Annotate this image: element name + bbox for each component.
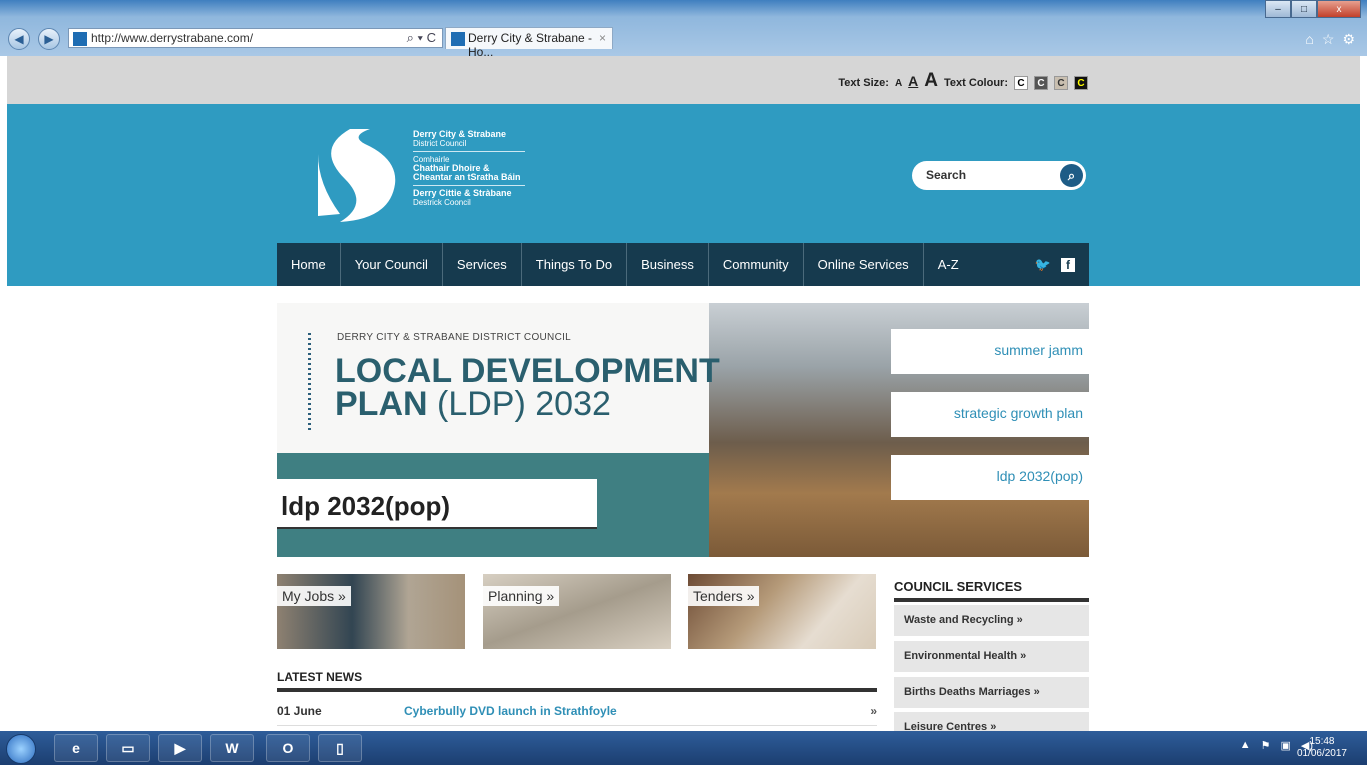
clock-date: 01/06/2017 — [1296, 748, 1347, 759]
tile-label: My Jobs » — [277, 586, 351, 606]
twitter-icon[interactable]: 🐦 — [1035, 257, 1051, 273]
nav-item-a-z[interactable]: A-Z — [924, 243, 973, 286]
council-logo-icon[interactable] — [310, 124, 400, 224]
nav-item-services[interactable]: Services — [443, 243, 522, 286]
hero-dotted-line — [308, 333, 311, 433]
search-placeholder: Search — [926, 168, 967, 182]
start-button[interactable] — [6, 734, 36, 764]
file-explorer-icon[interactable]: ▭ — [106, 734, 150, 762]
accessibility-bar: Text Size: A A A Text Colour: C C C C — [7, 56, 1360, 104]
settings-gear-icon[interactable]: ⚙ — [1342, 31, 1355, 48]
service-waste-recycling[interactable]: Waste and Recycling » — [894, 605, 1089, 636]
main-nav: Home Your Council Services Things To Do … — [277, 243, 1089, 286]
service-births-deaths-marriages[interactable]: Births Deaths Marriages » — [894, 677, 1089, 708]
text-size-large-button[interactable]: A — [924, 70, 938, 92]
minimize-button[interactable]: – — [1265, 0, 1291, 18]
tile-planning[interactable]: Planning » — [483, 574, 671, 649]
news-headline-link[interactable]: Cyberbully DVD launch in Strathfoyle — [404, 704, 617, 718]
flag-icon[interactable]: ⚑ — [1261, 739, 1271, 752]
text-colour-label: Text Colour: — [944, 77, 1008, 89]
tray-expand-icon[interactable]: ▲ — [1240, 739, 1251, 752]
tile-label: Tenders » — [688, 586, 760, 606]
brand-line-english: Derry City & Strabane — [413, 129, 507, 139]
facebook-icon[interactable]: f — [1061, 257, 1075, 272]
forward-button[interactable]: ▶ — [38, 28, 60, 50]
address-controls[interactable]: ⌕ ▾ C — [407, 30, 436, 46]
phone-app-icon[interactable]: ▯ — [318, 734, 362, 762]
address-url: http://www.derrystrabane.com/ — [91, 31, 254, 45]
hero-caption[interactable]: ldp 2032(pop) — [277, 479, 597, 529]
address-bar[interactable]: http://www.derrystrabane.com/ ⌕ ▾ C — [68, 28, 443, 48]
slide-strategic-growth-plan[interactable]: strategic growth plan — [891, 392, 1089, 437]
nav-item-online-services[interactable]: Online Services — [804, 243, 924, 286]
favorites-star-icon[interactable]: ☆ — [1322, 31, 1335, 48]
colour-option-black[interactable]: C — [1074, 76, 1088, 90]
nav-item-community[interactable]: Community — [709, 243, 804, 286]
window-controls: – □ x — [1265, 0, 1361, 18]
hero-title-light: (LDP) 2032 — [437, 385, 611, 423]
hero-title: LOCAL DEVELOPMENT PLAN (LDP) 2032 — [335, 354, 720, 423]
home-icon[interactable]: ⌂ — [1305, 31, 1313, 48]
hero-title-bold: PLAN — [335, 385, 428, 423]
brand-line-english-sub: District Council — [413, 139, 467, 148]
tile-tenders[interactable]: Tenders » — [688, 574, 876, 649]
slide-ldp-2032[interactable]: ldp 2032(pop) — [891, 455, 1089, 500]
hero-org-name: DERRY CITY & STRABANE DISTRICT COUNCIL — [337, 332, 572, 343]
maximize-button[interactable]: □ — [1291, 0, 1317, 18]
colour-option-beige[interactable]: C — [1054, 76, 1068, 90]
network-icon[interactable]: ▣ — [1280, 739, 1290, 752]
text-size-small-button[interactable]: A — [895, 78, 902, 89]
service-environmental-health[interactable]: Environmental Health » — [894, 641, 1089, 672]
browser-toolbar-icons: ⌂ ☆ ⚙ — [1305, 31, 1355, 48]
search-icon[interactable]: ⌕ — [1060, 164, 1083, 187]
clock-time: 15:48 — [1309, 736, 1335, 747]
tab-title: Derry City & Strabane - Ho... — [468, 31, 593, 59]
brand-line-ulster-scots: Derry Cittie & Stràbane — [413, 188, 512, 198]
colour-option-grey[interactable]: C — [1034, 76, 1048, 90]
nav-item-things-to-do[interactable]: Things To Do — [522, 243, 628, 286]
windows-taskbar: e ▭ ▶ W O ▯ ▲ ⚑ ▣ ◀) 15:48 01/06/2017 — [0, 731, 1367, 765]
browser-tab[interactable]: Derry City & Strabane - Ho... × — [445, 27, 613, 59]
back-button[interactable]: ◀ — [8, 28, 30, 50]
slide-summer-jamm[interactable]: summer jamm — [891, 329, 1089, 374]
latest-news-heading: LATEST NEWS — [277, 670, 877, 692]
system-clock[interactable]: 15:48 01/06/2017 — [1297, 736, 1347, 760]
text-size-label: Text Size: — [838, 77, 889, 89]
council-brand-text: Derry City & Strabane District Council C… — [413, 130, 525, 207]
internet-explorer-icon[interactable]: e — [54, 734, 98, 762]
hero-slide-list: summer jamm strategic growth plan ldp 20… — [891, 329, 1089, 518]
news-date: 01 June — [277, 704, 322, 718]
nav-item-business[interactable]: Business — [627, 243, 709, 286]
news-item[interactable]: 01 June Cyberbully DVD launch in Strathf… — [277, 704, 877, 726]
news-more-link[interactable]: » — [870, 704, 877, 718]
council-services-heading: COUNCIL SERVICES — [894, 579, 1089, 602]
close-window-button[interactable]: x — [1317, 0, 1361, 18]
nav-item-home[interactable]: Home — [277, 243, 341, 286]
colour-option-white[interactable]: C — [1014, 76, 1028, 90]
tab-favicon-icon — [451, 32, 465, 46]
site-favicon-icon — [73, 32, 87, 46]
search-input[interactable]: Search ⌕ — [912, 161, 1086, 190]
word-icon[interactable]: W — [210, 734, 254, 762]
media-player-icon[interactable]: ▶ — [158, 734, 202, 762]
brand-line-ulster-scots-sub: Destrick Cooncil — [413, 198, 471, 207]
nav-item-your-council[interactable]: Your Council — [341, 243, 443, 286]
tab-close-icon[interactable]: × — [599, 31, 606, 45]
browser-chrome: ◀ ▶ http://www.derrystrabane.com/ ⌕ ▾ C … — [0, 0, 1367, 59]
text-size-medium-button[interactable]: A — [908, 73, 918, 89]
brand-line-irish-2: Cheantar an tSratha Báin — [413, 172, 521, 182]
service-leisure-centres[interactable]: Leisure Centres » — [894, 712, 1089, 733]
tile-my-jobs[interactable]: My Jobs » — [277, 574, 465, 649]
social-links: 🐦 f — [1035, 243, 1089, 286]
outlook-icon[interactable]: O — [266, 734, 310, 762]
tile-label: Planning » — [483, 586, 560, 606]
